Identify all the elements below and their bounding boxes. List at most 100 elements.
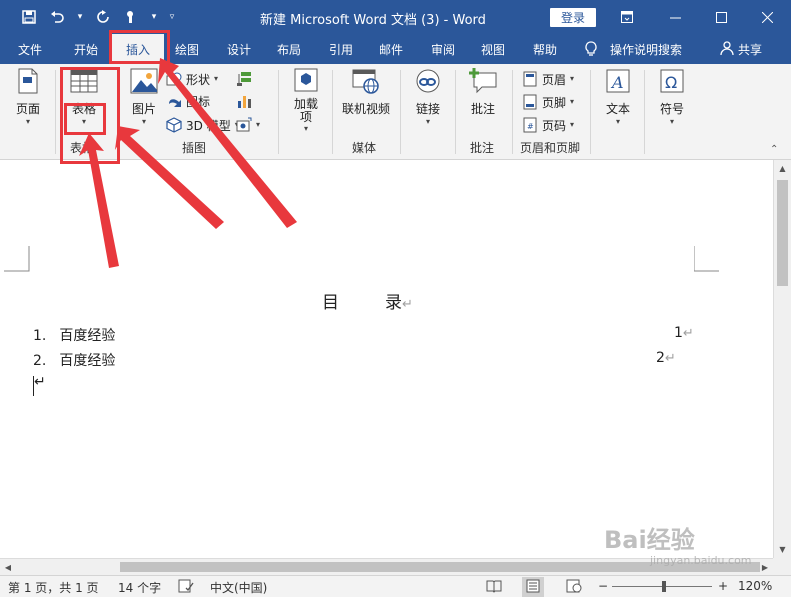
save-icon[interactable] bbox=[18, 6, 40, 28]
scroll-right-icon[interactable]: ▶ bbox=[757, 559, 773, 575]
ribbon-divider bbox=[55, 70, 56, 154]
share-button[interactable]: 共享 bbox=[720, 34, 762, 64]
zoom-out-icon[interactable]: − bbox=[598, 579, 608, 593]
person-icon bbox=[720, 40, 734, 58]
tab-view[interactable]: 视图 bbox=[470, 34, 516, 64]
chart-button[interactable] bbox=[236, 90, 252, 112]
toc-page-number: 2↵ bbox=[656, 350, 676, 366]
window-title: 新建 Microsoft Word 文档 (3) - Word bbox=[260, 13, 486, 28]
pages-button[interactable]: 页面 ▾ bbox=[6, 64, 50, 130]
comment-button[interactable]: 批注 bbox=[461, 64, 505, 130]
print-layout-icon[interactable] bbox=[522, 577, 544, 597]
link-icon bbox=[413, 66, 443, 96]
read-mode-icon[interactable] bbox=[486, 579, 502, 596]
scroll-left-icon[interactable]: ◀ bbox=[0, 559, 16, 575]
shapes-icon bbox=[166, 71, 182, 87]
scroll-down-icon[interactable]: ▼ bbox=[774, 541, 791, 558]
word-count[interactable]: 14 个字 bbox=[118, 579, 161, 596]
zoom-slider-thumb[interactable] bbox=[662, 581, 666, 592]
close-icon[interactable] bbox=[744, 0, 790, 34]
touch-mode-icon[interactable] bbox=[120, 6, 142, 28]
ribbon-display-icon[interactable] bbox=[604, 0, 650, 34]
ribbon-divider bbox=[400, 70, 401, 154]
vertical-scroll-thumb[interactable] bbox=[777, 180, 788, 286]
picture-button[interactable]: 图片 ▾ bbox=[122, 64, 166, 130]
header-icon bbox=[522, 71, 538, 87]
screenshot-icon bbox=[236, 117, 252, 133]
web-layout-icon[interactable] bbox=[566, 579, 582, 596]
margin-mark-top-left bbox=[4, 246, 30, 272]
page-number-dropdown-icon: ▾ bbox=[570, 120, 575, 129]
empty-paragraph-mark: ↵ bbox=[34, 374, 46, 390]
text-box-icon: A bbox=[603, 66, 633, 96]
footer-button[interactable]: 页脚 ▾ bbox=[522, 91, 574, 113]
svg-text:A: A bbox=[610, 73, 624, 92]
icons-button[interactable]: 图标 bbox=[166, 90, 210, 112]
redo-icon[interactable] bbox=[92, 6, 114, 28]
pages-icon bbox=[13, 66, 43, 96]
tell-me-search[interactable]: 操作说明搜索 bbox=[610, 34, 682, 64]
omega-icon: Ω bbox=[657, 66, 687, 96]
links-button[interactable]: 链接 ▾ bbox=[406, 64, 450, 130]
symbols-dropdown-icon: ▾ bbox=[669, 117, 674, 126]
pages-dropdown-icon: ▾ bbox=[25, 117, 30, 126]
collapse-ribbon-icon[interactable]: ⌃ bbox=[770, 144, 778, 155]
tab-mailings[interactable]: 邮件 bbox=[368, 34, 414, 64]
header-button[interactable]: 页眉 ▾ bbox=[522, 68, 574, 90]
online-video-button[interactable]: 联机视频 bbox=[338, 64, 394, 130]
zoom-level[interactable]: 120% bbox=[738, 579, 772, 593]
page-number-button[interactable]: # 页码 ▾ bbox=[522, 114, 574, 136]
zoom-in-icon[interactable]: + bbox=[718, 579, 728, 593]
tab-review[interactable]: 审阅 bbox=[420, 34, 466, 64]
toc-page-number: 1↵ bbox=[674, 325, 694, 341]
quick-access-toolbar: ▾ ▾ ▿ bbox=[18, 6, 178, 28]
page-count[interactable]: 第 1 页，共 1 页 bbox=[8, 579, 99, 596]
customize-icon[interactable]: ▿ bbox=[166, 6, 178, 28]
text-button[interactable]: A 文本 ▾ bbox=[596, 64, 640, 130]
tab-draw[interactable]: 绘图 bbox=[164, 34, 210, 64]
vertical-scrollbar[interactable]: ▲ ▼ bbox=[773, 160, 791, 558]
undo-dropdown-icon[interactable]: ▾ bbox=[74, 6, 86, 28]
text-dropdown-icon: ▾ bbox=[615, 117, 620, 126]
proofing-icon[interactable] bbox=[178, 579, 194, 596]
shapes-dropdown-icon: ▾ bbox=[214, 74, 219, 83]
language-indicator[interactable]: 中文(中国) bbox=[210, 579, 267, 596]
scroll-up-icon[interactable]: ▲ bbox=[774, 160, 791, 177]
document-page[interactable]: 目录↵ 1. 百度经验 1↵ 2. 百度经验 2↵ ↵ bbox=[0, 160, 773, 558]
maximize-icon[interactable] bbox=[698, 0, 744, 34]
3d-model-button[interactable]: 3D 模型 ▾ bbox=[166, 114, 239, 136]
addins-button[interactable]: 加载 项 ▾ bbox=[284, 64, 328, 133]
tab-layout[interactable]: 布局 bbox=[266, 34, 312, 64]
ribbon-divider bbox=[455, 70, 456, 154]
group-label-header-footer: 页眉和页脚 bbox=[520, 141, 581, 155]
undo-icon[interactable] bbox=[46, 6, 68, 28]
picture-icon bbox=[129, 66, 159, 96]
footer-icon bbox=[522, 94, 538, 110]
icons-icon bbox=[166, 93, 182, 109]
addins-icon bbox=[291, 66, 321, 94]
toc-entry[interactable]: 2. 百度经验 bbox=[33, 350, 115, 370]
tab-help[interactable]: 帮助 bbox=[522, 34, 568, 64]
symbols-button[interactable]: Ω 符号 ▾ bbox=[650, 64, 694, 130]
lightbulb-icon bbox=[584, 41, 600, 57]
smartart-button[interactable] bbox=[236, 68, 252, 90]
screenshot-button[interactable]: ▾ bbox=[236, 114, 260, 136]
ribbon-divider bbox=[644, 70, 645, 154]
tab-references[interactable]: 引用 bbox=[318, 34, 364, 64]
tab-design[interactable]: 设计 bbox=[216, 34, 262, 64]
group-label-illustrations: 插图 bbox=[182, 141, 207, 155]
watermark-url: jingyan.baidu.com bbox=[650, 554, 752, 567]
svg-text:Ω: Ω bbox=[665, 73, 677, 92]
touch-dropdown-icon[interactable]: ▾ bbox=[148, 6, 160, 28]
tab-file[interactable]: 文件 bbox=[4, 34, 56, 64]
page-number-icon: # bbox=[522, 117, 538, 133]
login-button[interactable]: 登录 bbox=[550, 8, 596, 27]
toc-entry[interactable]: 1. 百度经验 bbox=[33, 325, 115, 345]
shapes-button[interactable]: 形状 ▾ bbox=[166, 68, 218, 90]
scrollbar-corner bbox=[773, 558, 791, 575]
highlight-table-label bbox=[64, 103, 106, 135]
minimize-icon[interactable] bbox=[652, 0, 698, 34]
margin-mark-top-right bbox=[694, 246, 719, 272]
tab-home[interactable]: 开始 bbox=[60, 34, 112, 64]
comment-icon bbox=[468, 66, 498, 96]
